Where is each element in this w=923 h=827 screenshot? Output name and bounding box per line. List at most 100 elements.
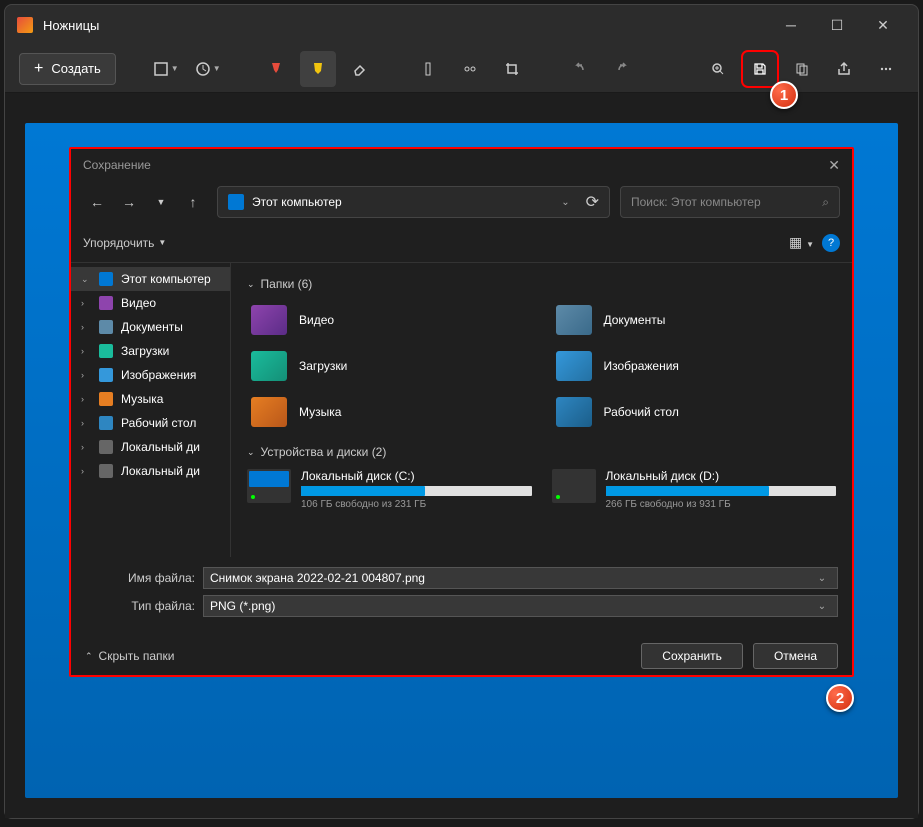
filename-input[interactable]: Снимок экрана 2022-02-21 004807.png ⌄	[203, 567, 838, 589]
content-area: Сохранение ✕ ← → ▼ ↑ Этот компьютер ⌄ ⟳	[5, 93, 918, 818]
folder-item[interactable]: Изображения	[552, 347, 837, 385]
folder-icon	[99, 464, 113, 478]
pc-icon	[228, 194, 244, 210]
chevron-up-icon: ⌃	[85, 651, 93, 662]
chevron-icon: ›	[81, 346, 91, 356]
sidebar-item[interactable]: ›Локальный ди	[71, 459, 230, 483]
drive-usage-bar	[301, 486, 532, 496]
dialog-nav: ← → ▼ ↑ Этот компьютер ⌄ ⟳ Поиск: Этот к…	[71, 181, 852, 223]
up-button[interactable]: ↑	[179, 188, 207, 216]
folder-label: Изображения	[604, 359, 679, 373]
share-button[interactable]	[826, 51, 862, 87]
dialog-actions: ⌃ Скрыть папки Сохранить Отмена	[71, 633, 852, 675]
folder-icon	[251, 397, 287, 427]
minimize-button[interactable]: ─	[768, 9, 814, 41]
sidebar-item[interactable]: ›Музыка	[71, 387, 230, 411]
chevron-icon: ⌄	[81, 274, 91, 285]
touch-tool[interactable]	[452, 51, 488, 87]
dialog-close-button[interactable]: ✕	[828, 157, 840, 174]
folder-label: Видео	[299, 313, 334, 327]
sidebar-item-label: Изображения	[121, 368, 196, 382]
dialog-body: ⌄Этот компьютер›Видео›Документы›Загрузки…	[71, 263, 852, 557]
mode-dropdown[interactable]: ▼	[148, 51, 184, 87]
window-controls: ─ ☐ ✕	[768, 9, 906, 41]
pen-tool[interactable]	[258, 51, 294, 87]
plus-icon: +	[34, 60, 43, 78]
sidebar-item[interactable]: ›Загрузки	[71, 339, 230, 363]
sidebar-item[interactable]: ⌄ Этот компьютер	[71, 267, 230, 291]
forward-button[interactable]: →	[115, 188, 143, 216]
sidebar-item-label: Рабочий стол	[121, 416, 196, 430]
chevron-icon: ›	[81, 466, 91, 476]
app-title: Ножницы	[43, 18, 768, 33]
chevron-down-icon[interactable]: ⌄	[813, 601, 831, 612]
cancel-button[interactable]: Отмена	[753, 643, 838, 669]
folders-grid: Видео Документы Загрузки Изображения Музыка Р…	[247, 301, 836, 431]
undo-button[interactable]	[562, 51, 598, 87]
drive-item[interactable]: Локальный диск (C:)106 ГБ свободно из 23…	[247, 469, 532, 510]
sidebar-item-label: Музыка	[121, 392, 163, 406]
folders-header[interactable]: ⌄ Папки (6)	[247, 277, 836, 291]
sidebar-item[interactable]: ›Рабочий стол	[71, 411, 230, 435]
sidebar-item[interactable]: ›Документы	[71, 315, 230, 339]
folder-item[interactable]: Музыка	[247, 393, 532, 431]
drives-header[interactable]: ⌄ Устройства и диски (2)	[247, 445, 836, 459]
search-input[interactable]: Поиск: Этот компьютер ⌕	[620, 186, 840, 218]
annotation-badge-2: 2	[826, 684, 854, 712]
crop-tool[interactable]	[494, 51, 530, 87]
sidebar-item-label: Документы	[121, 320, 183, 334]
dialog-title: Сохранение	[83, 158, 151, 172]
filetype-dropdown[interactable]: PNG (*.png) ⌄	[203, 595, 838, 617]
folder-icon	[99, 272, 113, 286]
dialog-toolbar: Упорядочить ▼ ▦ ▼ ?	[71, 223, 852, 263]
save-confirm-button[interactable]: Сохранить	[641, 643, 743, 669]
more-button[interactable]	[868, 51, 904, 87]
folder-icon	[556, 305, 592, 335]
folder-icon	[99, 416, 113, 430]
dialog-titlebar: Сохранение ✕	[71, 149, 852, 181]
sidebar-item-label: Локальный ди	[121, 440, 200, 454]
chevron-down-icon[interactable]: ⌄	[813, 573, 831, 584]
back-button[interactable]: ←	[83, 188, 111, 216]
eraser-tool[interactable]	[342, 51, 378, 87]
close-button[interactable]: ✕	[860, 9, 906, 41]
hide-folders-toggle[interactable]: ⌃ Скрыть папки	[85, 649, 174, 663]
sidebar-item-label: Этот компьютер	[121, 272, 211, 286]
new-button[interactable]: + Создать	[19, 53, 116, 85]
refresh-button[interactable]: ⟳	[586, 192, 599, 212]
maximize-button[interactable]: ☐	[814, 9, 860, 41]
help-button[interactable]: ?	[822, 234, 840, 252]
save-button[interactable]	[742, 51, 778, 87]
folder-label: Загрузки	[299, 359, 347, 373]
delay-dropdown[interactable]: ▼	[190, 51, 226, 87]
chevron-down-icon[interactable]: ⌄	[561, 197, 569, 208]
folder-icon	[99, 392, 113, 406]
folder-item[interactable]: Загрузки	[247, 347, 532, 385]
titlebar: Ножницы ─ ☐ ✕	[5, 5, 918, 45]
breadcrumb[interactable]: Этот компьютер ⌄ ⟳	[217, 186, 610, 218]
annotation-badge-1: 1	[770, 81, 798, 109]
zoom-button[interactable]	[700, 51, 736, 87]
folder-item[interactable]: Рабочий стол	[552, 393, 837, 431]
drive-usage-bar	[606, 486, 837, 496]
folder-icon	[556, 351, 592, 381]
drive-free-text: 106 ГБ свободно из 231 ГБ	[301, 499, 532, 510]
folder-label: Рабочий стол	[604, 405, 679, 419]
highlighter-tool[interactable]	[300, 51, 336, 87]
drive-icon	[552, 469, 596, 503]
organize-dropdown[interactable]: Упорядочить ▼	[83, 236, 166, 250]
redo-button[interactable]	[604, 51, 640, 87]
folder-item[interactable]: Видео	[247, 301, 532, 339]
ruler-tool[interactable]	[410, 51, 446, 87]
chevron-icon: ›	[81, 370, 91, 380]
sidebar-item[interactable]: ›Видео	[71, 291, 230, 315]
sidebar-item[interactable]: ›Локальный ди	[71, 435, 230, 459]
view-mode-button[interactable]: ▦ ▼	[789, 234, 814, 251]
chevron-down-icon: ▼	[213, 64, 221, 73]
folder-icon	[251, 351, 287, 381]
chevron-down-icon[interactable]: ▼	[147, 188, 175, 216]
drive-item[interactable]: Локальный диск (D:)266 ГБ свободно из 93…	[552, 469, 837, 510]
sidebar-item[interactable]: › Изображения	[71, 363, 230, 387]
folder-item[interactable]: Документы	[552, 301, 837, 339]
drive-name: Локальный диск (D:)	[606, 469, 837, 483]
